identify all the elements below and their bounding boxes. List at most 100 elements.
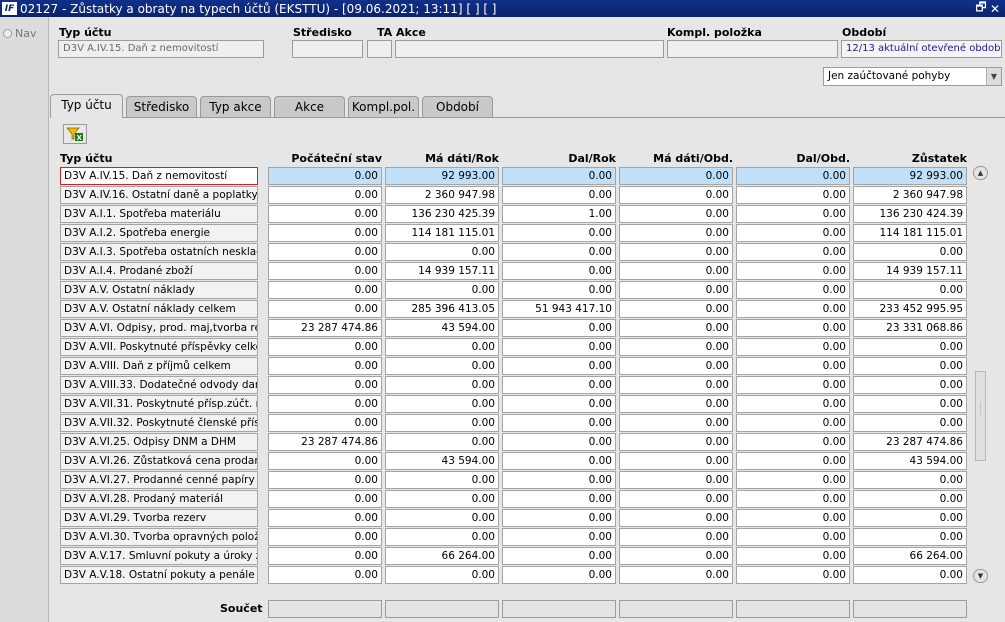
cell-ma-dati-rok[interactable]: 285 396 413.05 xyxy=(385,300,499,318)
cell-dal-rok[interactable]: 0.00 xyxy=(502,490,616,508)
cell-typ-uctu[interactable]: D3V A.VI. Odpisy, prod. maj,tvorba reze xyxy=(60,319,258,337)
tab-kompl-pol[interactable]: Kompl.pol. xyxy=(348,96,419,117)
cell-ma-dati-obd[interactable]: 0.00 xyxy=(619,376,733,394)
tab-akce[interactable]: Akce xyxy=(274,96,345,117)
cell-ma-dati-obd[interactable]: 0.00 xyxy=(619,490,733,508)
close-icon[interactable]: ✕ xyxy=(988,2,1002,16)
cell-dal-rok[interactable]: 0.00 xyxy=(502,243,616,261)
cell-typ-uctu[interactable]: D3V A.V. Ostatní náklady xyxy=(60,281,258,299)
cell-typ-uctu[interactable]: D3V A.VI.29. Tvorba rezerv xyxy=(60,509,258,527)
cell-dal-rok[interactable]: 0.00 xyxy=(502,357,616,375)
cell-zustatek[interactable]: 0.00 xyxy=(853,566,967,584)
cell-zustatek[interactable]: 0.00 xyxy=(853,243,967,261)
table-row[interactable]: D3V A.I.1. Spotřeba materiálu 0.00 136 230… xyxy=(50,205,980,224)
cell-typ-uctu[interactable]: D3V A.V.17. Smluvní pokuty a úroky z p xyxy=(60,547,258,565)
cell-zustatek[interactable]: 0.00 xyxy=(853,376,967,394)
cell-ma-dati-rok[interactable]: 0.00 xyxy=(385,395,499,413)
cell-ma-dati-rok[interactable]: 0.00 xyxy=(385,528,499,546)
cell-dal-obd[interactable]: 0.00 xyxy=(736,224,850,242)
table-row[interactable]: D3V A.V.18. Ostatní pokuty a penále 0.00 0… xyxy=(50,566,980,585)
cell-ma-dati-rok[interactable]: 43 594.00 xyxy=(385,452,499,470)
cell-ma-dati-rok[interactable]: 0.00 xyxy=(385,414,499,432)
cell-ma-dati-rok[interactable]: 0.00 xyxy=(385,509,499,527)
cell-zustatek[interactable]: 0.00 xyxy=(853,281,967,299)
cell-dal-obd[interactable]: 0.00 xyxy=(736,376,850,394)
cell-typ-uctu[interactable]: D3V A.VI.26. Zůstatková cena prodanéh xyxy=(60,452,258,470)
cell-typ-uctu[interactable]: D3V A.VII. Poskytnuté příspěvky celkem xyxy=(60,338,258,356)
cell-pocatecni-stav[interactable]: 0.00 xyxy=(268,224,382,242)
cell-zustatek[interactable]: 233 452 995.95 xyxy=(853,300,967,318)
cell-dal-obd[interactable]: 0.00 xyxy=(736,205,850,223)
cell-dal-obd[interactable]: 0.00 xyxy=(736,357,850,375)
cell-typ-uctu[interactable]: D3V A.I.2. Spotřeba energie xyxy=(60,224,258,242)
cell-dal-rok[interactable]: 51 943 417.10 xyxy=(502,300,616,318)
cell-ma-dati-obd[interactable]: 0.00 xyxy=(619,357,733,375)
cell-ma-dati-obd[interactable]: 0.00 xyxy=(619,395,733,413)
table-row[interactable]: D3V A.VII.32. Poskytnuté členské příspě 0… xyxy=(50,414,980,433)
cell-typ-uctu[interactable]: D3V A.I.1. Spotřeba materiálu xyxy=(60,205,258,223)
export-excel-button[interactable]: X xyxy=(63,124,87,144)
cell-dal-obd[interactable]: 0.00 xyxy=(736,433,850,451)
cell-ma-dati-rok[interactable]: 0.00 xyxy=(385,471,499,489)
cell-dal-obd[interactable]: 0.00 xyxy=(736,414,850,432)
tab-obdobi[interactable]: Období xyxy=(422,96,493,117)
cell-dal-rok[interactable]: 0.00 xyxy=(502,262,616,280)
cell-ma-dati-rok[interactable]: 2 360 947.98 xyxy=(385,186,499,204)
cell-zustatek[interactable]: 2 360 947.98 xyxy=(853,186,967,204)
cell-ma-dati-obd[interactable]: 0.00 xyxy=(619,452,733,470)
obdobi-field[interactable]: 12/13 aktuální otevřené období xyxy=(841,40,1002,58)
cell-typ-uctu[interactable]: D3V A.V. Ostatní náklady celkem xyxy=(60,300,258,318)
cell-zustatek[interactable]: 66 264.00 xyxy=(853,547,967,565)
table-row[interactable]: D3V A.VI.28. Prodaný materiál 0.00 0.00 0.0… xyxy=(50,490,980,509)
cell-zustatek[interactable]: 114 181 115.01 xyxy=(853,224,967,242)
cell-pocatecni-stav[interactable]: 0.00 xyxy=(268,300,382,318)
table-row[interactable]: D3V A.VI.29. Tvorba rezerv 0.00 0.00 0.00 0.… xyxy=(50,509,980,528)
cell-ma-dati-obd[interactable]: 0.00 xyxy=(619,509,733,527)
cell-ma-dati-obd[interactable]: 0.00 xyxy=(619,281,733,299)
cell-ma-dati-obd[interactable]: 0.00 xyxy=(619,471,733,489)
cell-dal-rok[interactable]: 0.00 xyxy=(502,224,616,242)
cell-pocatecni-stav[interactable]: 0.00 xyxy=(268,414,382,432)
cell-typ-uctu[interactable]: D3V A.VI.25. Odpisy DNM a DHM xyxy=(60,433,258,451)
cell-pocatecni-stav[interactable]: 0.00 xyxy=(268,357,382,375)
cell-dal-obd[interactable]: 0.00 xyxy=(736,319,850,337)
cell-dal-obd[interactable]: 0.00 xyxy=(736,395,850,413)
table-row[interactable]: D3V A.VI.26. Zůstatková cena prodanéh 0.0… xyxy=(50,452,980,471)
cell-ma-dati-rok[interactable]: 43 594.00 xyxy=(385,319,499,337)
table-row[interactable]: D3V A.VI.27. Prodanné cenné papíry a p 0.… xyxy=(50,471,980,490)
cell-typ-uctu[interactable]: D3V A.VI.30. Tvorba opravných položek xyxy=(60,528,258,546)
stredisko-field[interactable] xyxy=(292,40,363,58)
cell-typ-uctu[interactable]: D3V A.I.4. Prodané zboží xyxy=(60,262,258,280)
cell-typ-uctu[interactable]: D3V A.VIII.33. Dodatečné odvody daně z xyxy=(60,376,258,394)
table-row[interactable]: D3V A.I.3. Spotřeba ostatních neskladov 0… xyxy=(50,243,980,262)
table-row[interactable]: D3V A.V. Ostatní náklady 0.00 0.00 0.00 0.00… xyxy=(50,281,980,300)
cell-dal-rok[interactable]: 0.00 xyxy=(502,528,616,546)
cell-ma-dati-rok[interactable]: 114 181 115.01 xyxy=(385,224,499,242)
cell-dal-rok[interactable]: 0.00 xyxy=(502,319,616,337)
table-row[interactable]: D3V A.V.17. Smluvní pokuty a úroky z p 0.… xyxy=(50,547,980,566)
cell-dal-obd[interactable]: 0.00 xyxy=(736,547,850,565)
cell-zustatek[interactable]: 0.00 xyxy=(853,357,967,375)
cell-dal-obd[interactable]: 0.00 xyxy=(736,509,850,527)
cell-ma-dati-rok[interactable]: 0.00 xyxy=(385,243,499,261)
cell-typ-uctu[interactable]: D3V A.VII.31. Poskytnuté přísp.zúčt. mez xyxy=(60,395,258,413)
cell-pocatecni-stav[interactable]: 0.00 xyxy=(268,376,382,394)
cell-ma-dati-obd[interactable]: 0.00 xyxy=(619,566,733,584)
cell-pocatecni-stav[interactable]: 0.00 xyxy=(268,566,382,584)
cell-ma-dati-rok[interactable]: 0.00 xyxy=(385,376,499,394)
cell-ma-dati-rok[interactable]: 0.00 xyxy=(385,566,499,584)
cell-dal-obd[interactable]: 0.00 xyxy=(736,281,850,299)
nav-toggle[interactable]: Nav xyxy=(3,27,48,40)
cell-typ-uctu[interactable]: D3V A.IV.16. Ostatní daně a poplatky xyxy=(60,186,258,204)
cell-dal-obd[interactable]: 0.00 xyxy=(736,300,850,318)
cell-pocatecni-stav[interactable]: 0.00 xyxy=(268,186,382,204)
cell-ma-dati-obd[interactable]: 0.00 xyxy=(619,167,733,185)
scroll-thumb[interactable]: ⋮ ⋮ xyxy=(975,371,986,461)
cell-dal-obd[interactable]: 0.00 xyxy=(736,338,850,356)
cell-dal-rok[interactable]: 0.00 xyxy=(502,452,616,470)
table-row[interactable]: D3V A.IV.15. Daň z nemovitostí 0.00 92 993… xyxy=(50,167,980,186)
cell-dal-obd[interactable]: 0.00 xyxy=(736,490,850,508)
chevron-down-icon[interactable]: ▼ xyxy=(986,68,1001,85)
vertical-scrollbar[interactable]: ▲ ⋮ ⋮ ▼ xyxy=(973,165,989,583)
cell-pocatecni-stav[interactable]: 0.00 xyxy=(268,243,382,261)
